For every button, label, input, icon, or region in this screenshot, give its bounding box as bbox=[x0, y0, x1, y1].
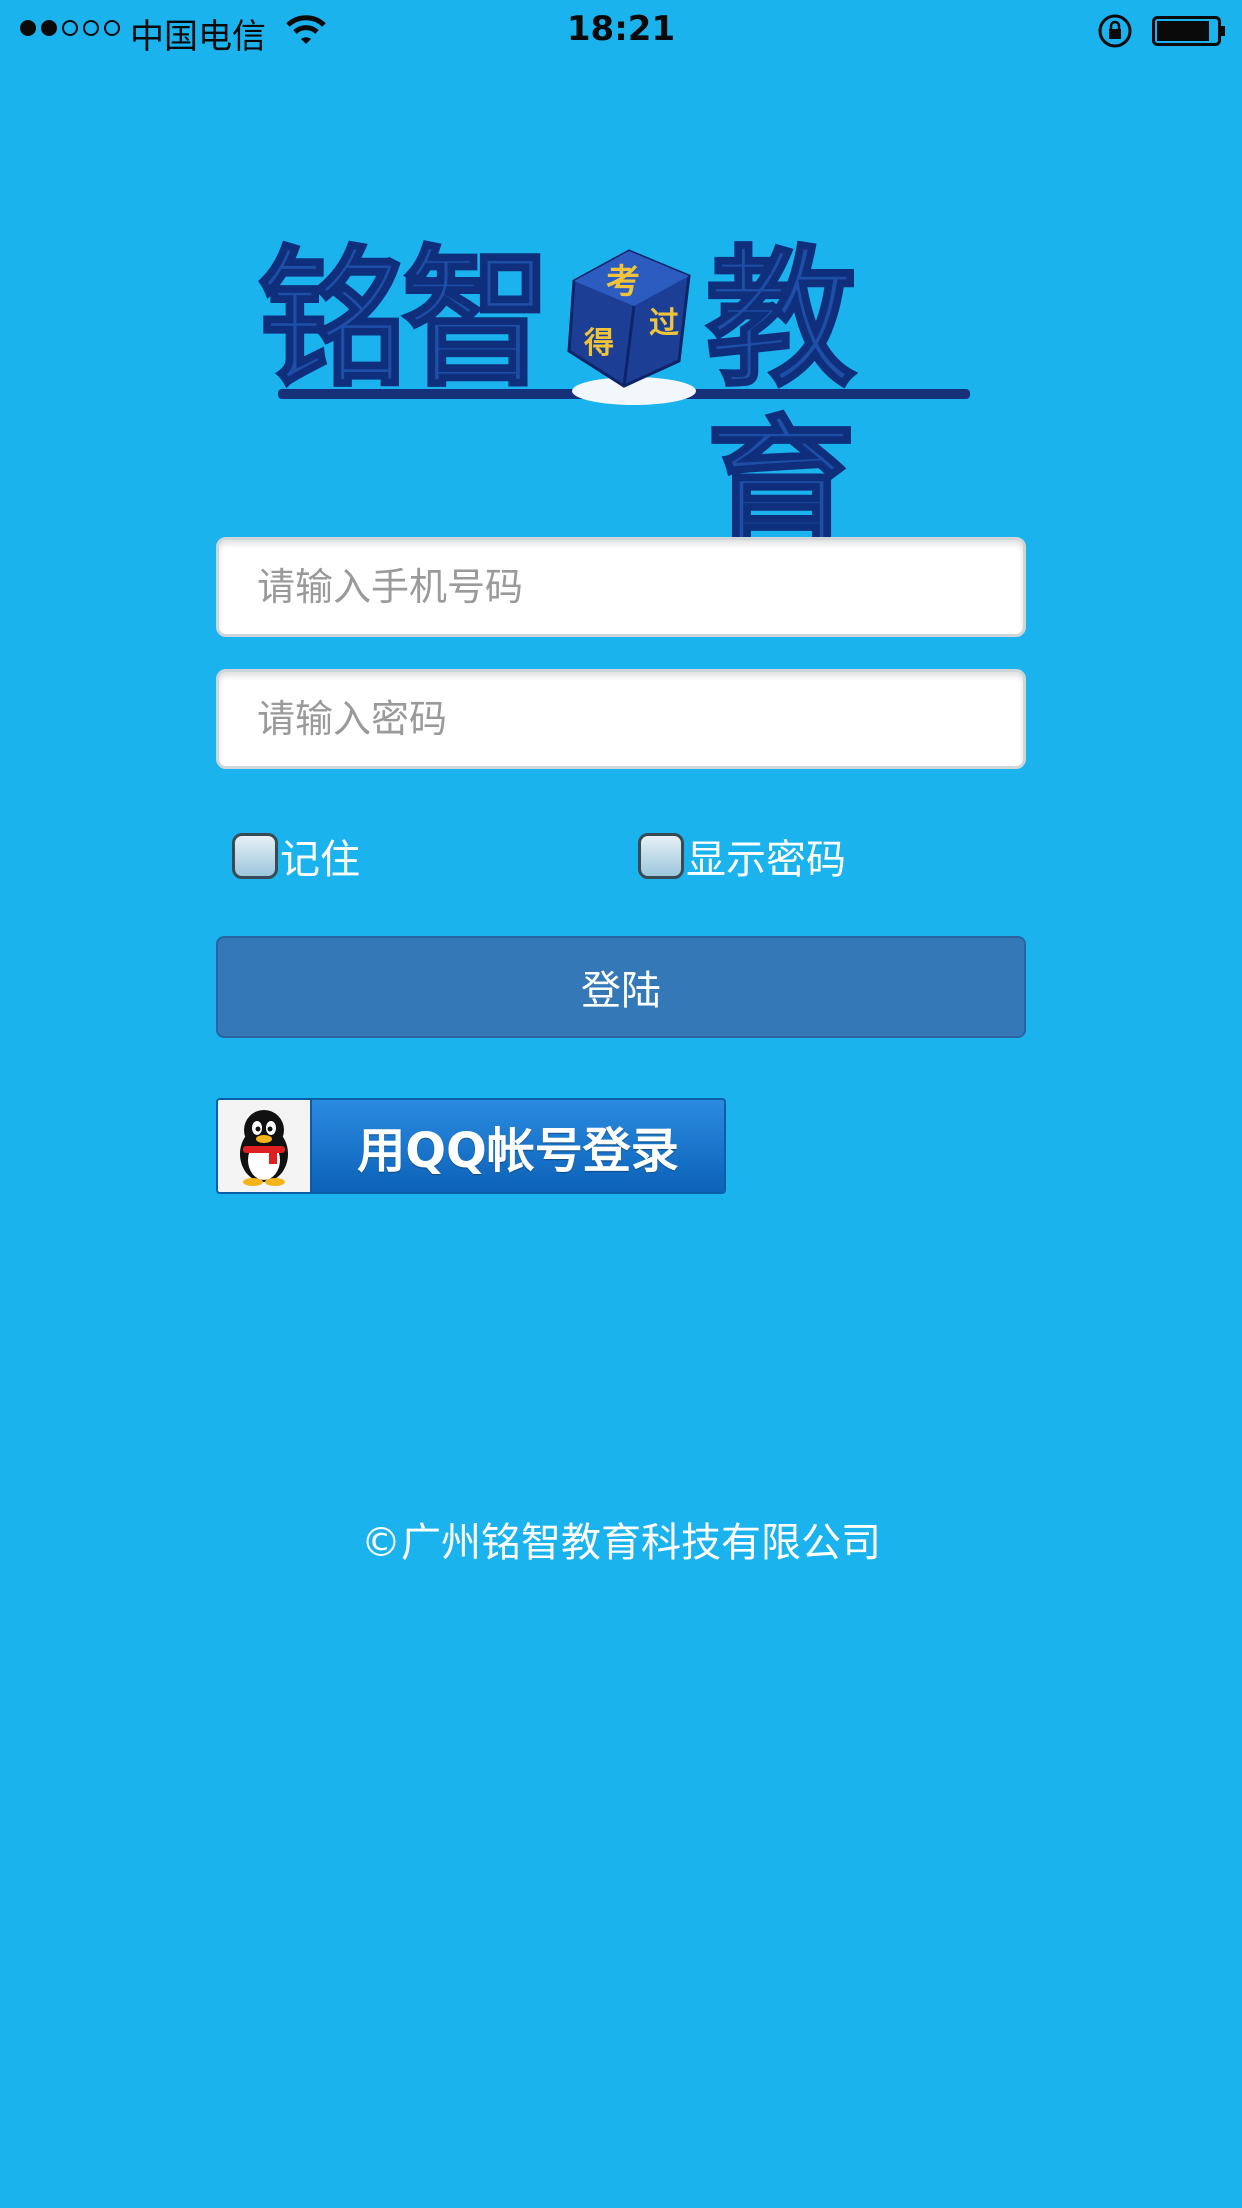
remember-label: 记住 bbox=[280, 837, 360, 883]
logo-text-left: 铭智 bbox=[256, 233, 553, 407]
remember-option[interactable]: 记住 bbox=[232, 826, 360, 886]
qq-login-label: 用QQ帐号登录 bbox=[312, 1100, 724, 1192]
phone-field[interactable] bbox=[216, 537, 1026, 637]
cube-char: 得 bbox=[583, 326, 614, 361]
phone-input[interactable] bbox=[219, 540, 1023, 634]
login-screen: 中国电信 18:21 铭智 教育 考 过 得 请输入手机号码 记住 显示密码 登… bbox=[0, 0, 1242, 2208]
dice-cube-icon: 考 过 得 bbox=[567, 249, 696, 405]
cube-char: 考 bbox=[606, 262, 640, 302]
rotation-lock-icon bbox=[1097, 13, 1133, 53]
logo-text-right: 教育 bbox=[705, 233, 858, 577]
login-button[interactable]: 登陆 bbox=[216, 936, 1026, 1038]
cube-char: 过 bbox=[649, 306, 679, 341]
qq-penguin-icon bbox=[218, 1100, 312, 1192]
password-input[interactable] bbox=[219, 672, 1023, 766]
battery-icon bbox=[1152, 16, 1226, 50]
password-field[interactable] bbox=[216, 669, 1026, 769]
copyright-text: ©广州铭智教育科技有限公司 bbox=[361, 1520, 881, 1566]
app-logo: 铭智 教育 考 过 得 bbox=[256, 233, 986, 577]
show-password-checkbox[interactable] bbox=[638, 833, 684, 879]
status-bar: 中国电信 18:21 bbox=[0, 0, 1242, 62]
show-password-option[interactable]: 显示密码 bbox=[638, 826, 846, 886]
remember-checkbox[interactable] bbox=[232, 833, 278, 879]
status-time: 18:21 bbox=[566, 9, 676, 49]
qq-login-button[interactable]: 用QQ帐号登录 bbox=[216, 1098, 726, 1194]
show-password-label: 显示密码 bbox=[686, 837, 846, 883]
